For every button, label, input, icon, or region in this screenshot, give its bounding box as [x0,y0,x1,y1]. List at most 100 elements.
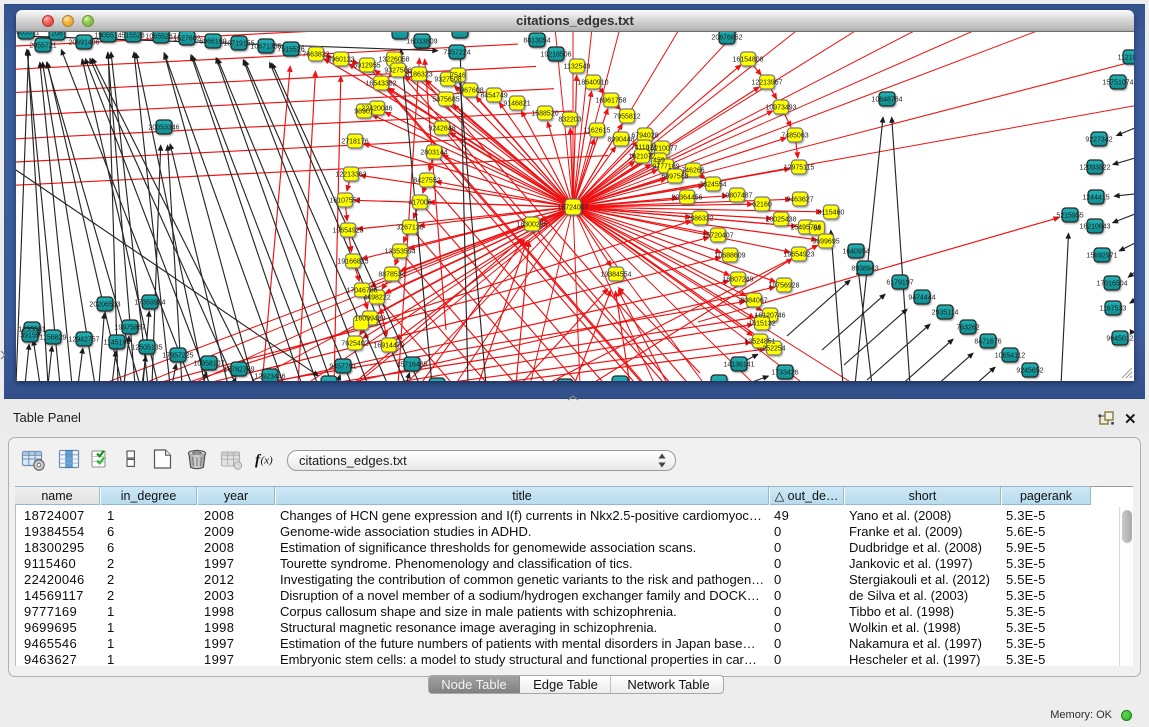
svg-text:18300295: 18300295 [516,222,547,229]
svg-text:8186323: 8186323 [405,72,432,79]
svg-text:13226058: 13226058 [378,57,409,64]
svg-text:6794028: 6794028 [631,133,658,140]
svg-text:2803144: 2803144 [420,150,447,157]
svg-text:12213967: 12213967 [751,80,782,87]
svg-text:1905514: 1905514 [94,33,121,40]
svg-text:10025438: 10025438 [765,217,796,224]
svg-text:8454749: 8454749 [480,93,507,100]
svg-text:16210643: 16210643 [1079,224,1110,231]
svg-text:17359924: 17359924 [134,300,165,307]
svg-text:19975867: 19975867 [114,325,145,332]
svg-text:15720407: 15720407 [702,233,733,240]
svg-text:1615132: 1615132 [748,321,775,328]
svg-text:5875685: 5875685 [432,97,459,104]
svg-text:252254: 252254 [762,346,785,353]
svg-text:1167533: 1167533 [1100,306,1127,313]
svg-text:9645012: 9645012 [1106,336,1133,343]
svg-text:4498222: 4498222 [363,295,390,302]
svg-text:8427552: 8427552 [413,178,440,185]
svg-text:16033809: 16033809 [406,39,437,46]
svg-text:1621072: 1621072 [628,154,655,161]
svg-text:18640910: 18640910 [577,80,608,87]
svg-text:1162615: 1162615 [584,128,611,135]
svg-text:12942757: 12942757 [68,337,99,344]
svg-text:20876852: 20876852 [711,35,742,42]
svg-text:19166825: 19166825 [337,259,368,266]
svg-text:1121856: 1121856 [1118,55,1134,62]
svg-text:1640954: 1640954 [842,249,869,256]
svg-text:9146821: 9146821 [503,101,530,108]
svg-text:16961758: 16961758 [595,98,626,105]
svg-text:16782759: 16782759 [223,367,254,374]
svg-text:1527602: 1527602 [173,36,200,43]
svg-text:39159: 39159 [20,333,40,340]
svg-text:16543382: 16543382 [365,81,396,88]
svg-text:6179197: 6179197 [886,280,913,287]
svg-text:5215955: 5215955 [1056,213,1083,220]
svg-text:19654923: 19654923 [783,252,814,259]
svg-text:16107552: 16107552 [329,198,360,205]
svg-text:18807249: 18807249 [722,277,753,284]
svg-text:1244415: 1244415 [1082,195,1109,202]
svg-text:19384554: 19384554 [600,272,631,279]
svg-text:10688609: 10688609 [714,253,745,260]
svg-text:7515526: 7515526 [277,47,304,54]
svg-text:20053346: 20053346 [148,125,179,132]
svg-text:763262: 763262 [956,325,979,332]
svg-text:16120746: 16120746 [754,313,785,320]
svg-text:7357224: 7357224 [443,50,470,57]
svg-text:9115460: 9115460 [818,210,845,217]
svg-text:10655267: 10655267 [145,34,176,41]
svg-text:9474444: 9474444 [908,295,935,302]
svg-text:8938943: 8938943 [851,266,878,273]
svg-text:1733426: 1733426 [771,370,798,377]
svg-text:9084067: 9084067 [740,298,767,305]
svg-text:8878534: 8878534 [378,272,405,279]
svg-text:1145194: 1145194 [104,340,131,347]
svg-text:9777169: 9777169 [652,164,679,171]
svg-text:15692971: 15692971 [1086,253,1117,260]
svg-text:19218506: 19218506 [540,52,571,59]
svg-text:9457791: 9457791 [329,364,356,371]
svg-text:7485063: 7485063 [781,133,808,140]
svg-text:9245652: 9245652 [1016,368,1043,375]
svg-text:8912955: 8912955 [353,63,380,70]
svg-text:16914479: 16914479 [373,343,404,350]
svg-text:10807487: 10807487 [721,193,752,200]
svg-text:18724007: 18724007 [557,205,588,212]
svg-text:8960123: 8960123 [327,57,354,64]
svg-text:19654925: 19654925 [332,228,363,235]
svg-text:1132549: 1132549 [564,64,591,71]
svg-text:2935114: 2935114 [932,310,959,317]
svg-text:14136141: 14136141 [723,362,754,369]
svg-text:1588520: 1588520 [531,111,558,118]
svg-text:8813054: 8813054 [523,38,550,45]
svg-text:6897568: 6897568 [661,174,688,181]
svg-text:1405571: 1405571 [16,32,40,37]
svg-text:7886322: 7886322 [686,216,713,223]
svg-text:7625402: 7625402 [341,341,368,348]
svg-text:17016504: 17016504 [1096,281,1127,288]
svg-text:12923446: 12923446 [254,374,285,381]
svg-text:10654112: 10654112 [995,353,1026,360]
svg-text:2718176: 2718176 [341,139,368,146]
svg-text:9463627: 9463627 [786,197,813,204]
svg-text:12213363: 12213363 [335,172,366,179]
svg-text:2055721: 2055721 [29,43,56,50]
svg-text:8471676: 8471676 [974,339,1001,346]
svg-text:98901: 98901 [354,109,374,116]
svg-text:62160: 62160 [752,202,772,209]
svg-text:10973493: 10973493 [765,105,796,112]
svg-text:208: 208 [51,32,63,38]
svg-text:10648784: 10648784 [871,97,902,104]
svg-text:(x): (x) [261,455,274,467]
svg-text:3267130: 3267130 [396,225,423,232]
svg-text:15751074: 15751074 [1102,80,1133,87]
svg-text:832203: 832203 [558,117,581,124]
svg-text:12505135: 12505135 [131,345,162,352]
svg-text:417006: 417006 [408,200,431,207]
svg-text:9242848: 9242848 [428,126,455,133]
svg-text:19756928: 19756928 [768,283,799,290]
svg-text:15716485: 15716485 [396,362,427,369]
svg-text:16099489: 16099489 [354,316,385,323]
